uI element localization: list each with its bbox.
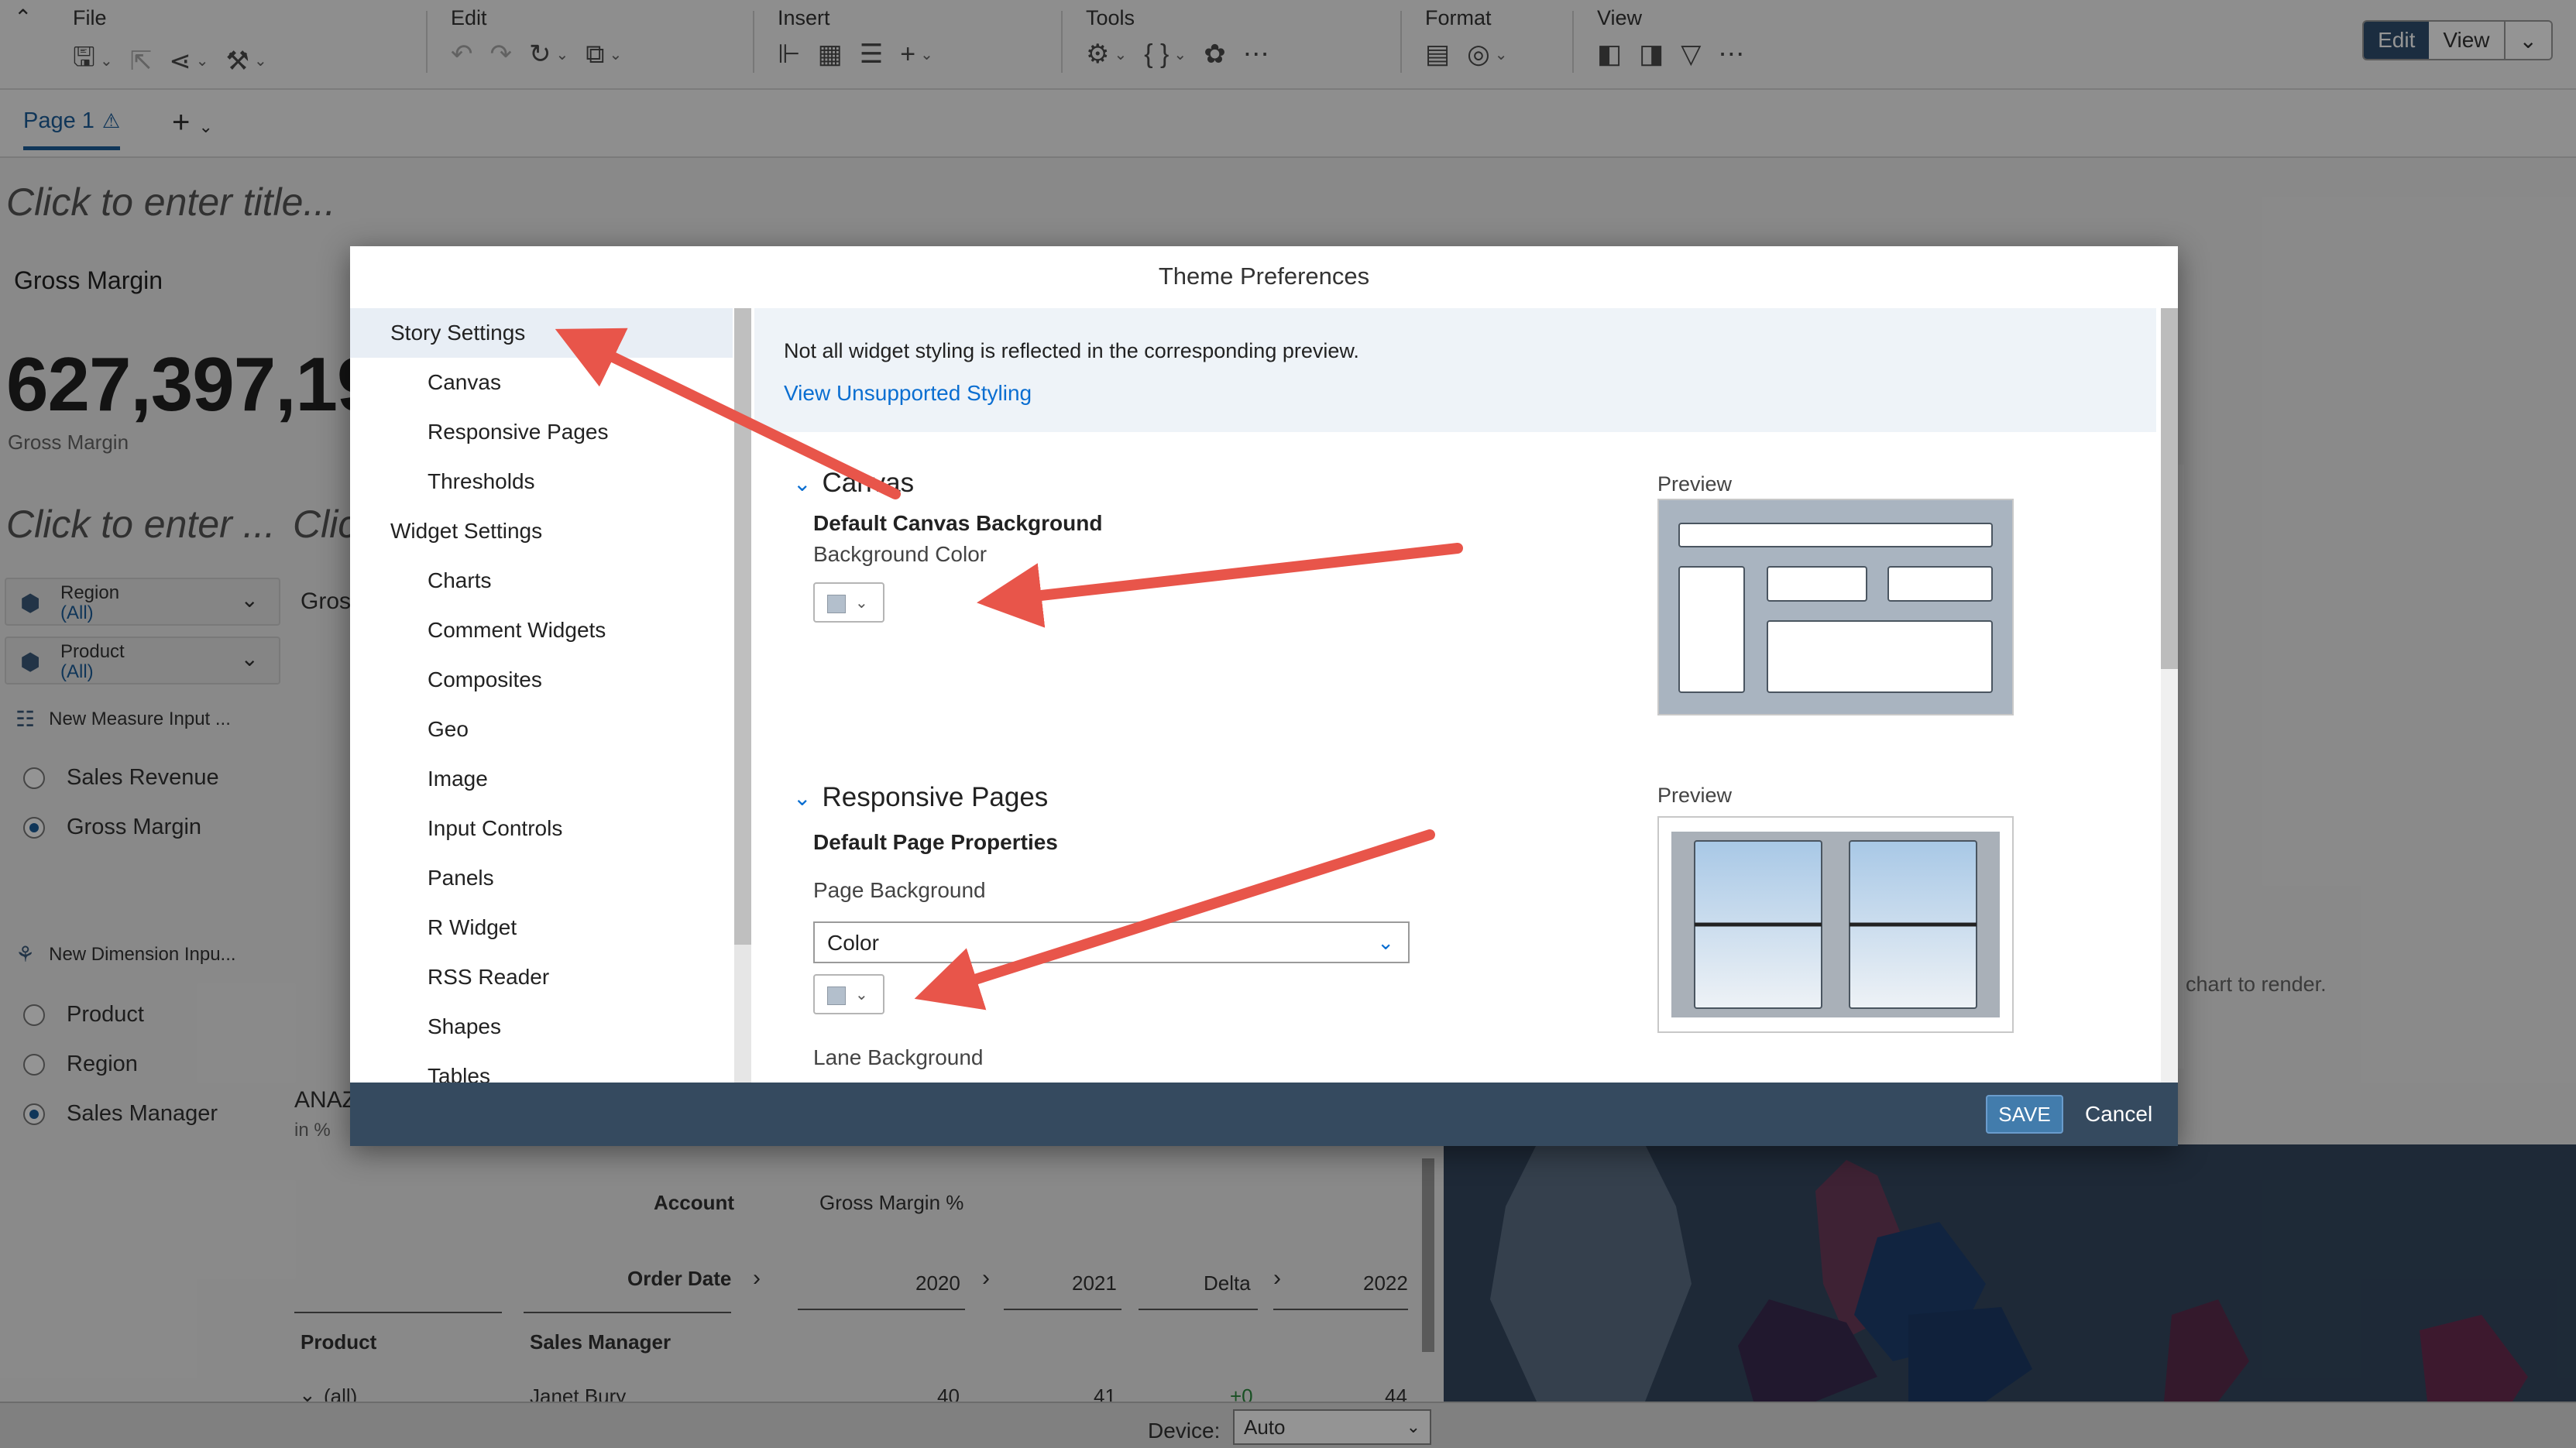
cancel-button[interactable]: Cancel bbox=[2079, 1095, 2159, 1134]
nav-item-comment-widgets[interactable]: Comment Widgets bbox=[350, 606, 733, 655]
lane-background-label: Lane Background bbox=[813, 1045, 984, 1069]
nav-item-thresholds[interactable]: Thresholds bbox=[350, 457, 733, 506]
dialog-title: Theme Preferences bbox=[350, 246, 2178, 308]
settings-content: Not all widget styling is reflected in t… bbox=[754, 308, 2173, 1083]
section-title: Responsive Pages bbox=[822, 782, 1049, 812]
preview-label: Preview bbox=[1657, 472, 1733, 496]
color-swatch bbox=[827, 986, 846, 1005]
scrollbar-thumb[interactable] bbox=[2161, 308, 2178, 669]
nav-item-r-widget[interactable]: R Widget bbox=[350, 903, 733, 952]
nav-item-input-controls[interactable]: Input Controls bbox=[350, 804, 733, 853]
responsive-pages-section-header[interactable]: ⌄ Responsive Pages bbox=[793, 782, 1048, 813]
page-background-label: Page Background bbox=[813, 878, 986, 902]
dialog-footer: SAVE Cancel bbox=[350, 1083, 2178, 1146]
chevron-down-icon: ⌄ bbox=[855, 595, 868, 612]
nav-item-charts[interactable]: Charts bbox=[350, 556, 733, 606]
content-scrollbar[interactable] bbox=[2161, 308, 2178, 1083]
page-background-color-picker[interactable]: ⌄ bbox=[813, 974, 884, 1014]
nav-item-rss-reader[interactable]: RSS Reader bbox=[350, 952, 733, 1002]
chevron-down-icon: ⌄ bbox=[793, 471, 812, 496]
nav-item-canvas[interactable]: Canvas bbox=[350, 358, 733, 407]
nav-item-panels[interactable]: Panels bbox=[350, 853, 733, 903]
scrollbar-thumb[interactable] bbox=[734, 308, 751, 945]
canvas-preview-graphic bbox=[1678, 523, 1993, 693]
canvas-background-color-picker[interactable]: ⌄ bbox=[813, 582, 884, 623]
styling-notice: Not all widget styling is reflected in t… bbox=[754, 308, 2156, 432]
nav-item-story-settings[interactable]: Story Settings bbox=[350, 308, 733, 358]
chevron-down-icon: ⌄ bbox=[855, 986, 868, 1004]
select-value: Color bbox=[827, 931, 879, 955]
nav-item-image[interactable]: Image bbox=[350, 754, 733, 804]
responsive-preview-graphic bbox=[1671, 832, 2000, 1017]
save-button[interactable]: SAVE bbox=[1986, 1095, 2063, 1134]
default-page-properties-label: Default Page Properties bbox=[813, 830, 1058, 854]
default-canvas-background-label: Default Canvas Background bbox=[813, 511, 1103, 535]
background-color-label: Background Color bbox=[813, 542, 987, 566]
page-background-select[interactable]: Color ⌄ bbox=[813, 921, 1410, 963]
responsive-preview bbox=[1657, 816, 2014, 1033]
nav-item-tables[interactable]: Tables bbox=[350, 1052, 733, 1083]
nav-scrollbar[interactable] bbox=[734, 308, 751, 1083]
section-title: Canvas bbox=[822, 468, 915, 498]
chevron-down-icon: ⌄ bbox=[1377, 931, 1394, 954]
preview-label: Preview bbox=[1657, 784, 1733, 807]
view-unsupported-styling-link[interactable]: View Unsupported Styling bbox=[784, 381, 1032, 406]
nav-item-composites[interactable]: Composites bbox=[350, 655, 733, 705]
chevron-down-icon: ⌄ bbox=[793, 785, 812, 810]
notice-text: Not all widget styling is reflected in t… bbox=[784, 339, 1359, 362]
color-swatch bbox=[827, 595, 846, 613]
nav-item-geo[interactable]: Geo bbox=[350, 705, 733, 754]
canvas-preview bbox=[1657, 499, 2014, 715]
nav-item-widget-settings[interactable]: Widget Settings bbox=[350, 506, 733, 556]
nav-item-shapes[interactable]: Shapes bbox=[350, 1002, 733, 1052]
nav-item-responsive-pages[interactable]: Responsive Pages bbox=[350, 407, 733, 457]
theme-preferences-dialog: Theme Preferences Story Settings Canvas … bbox=[350, 246, 2178, 1146]
canvas-section-header[interactable]: ⌄ Canvas bbox=[793, 468, 914, 499]
settings-nav: Story Settings Canvas Responsive Pages T… bbox=[350, 308, 753, 1083]
